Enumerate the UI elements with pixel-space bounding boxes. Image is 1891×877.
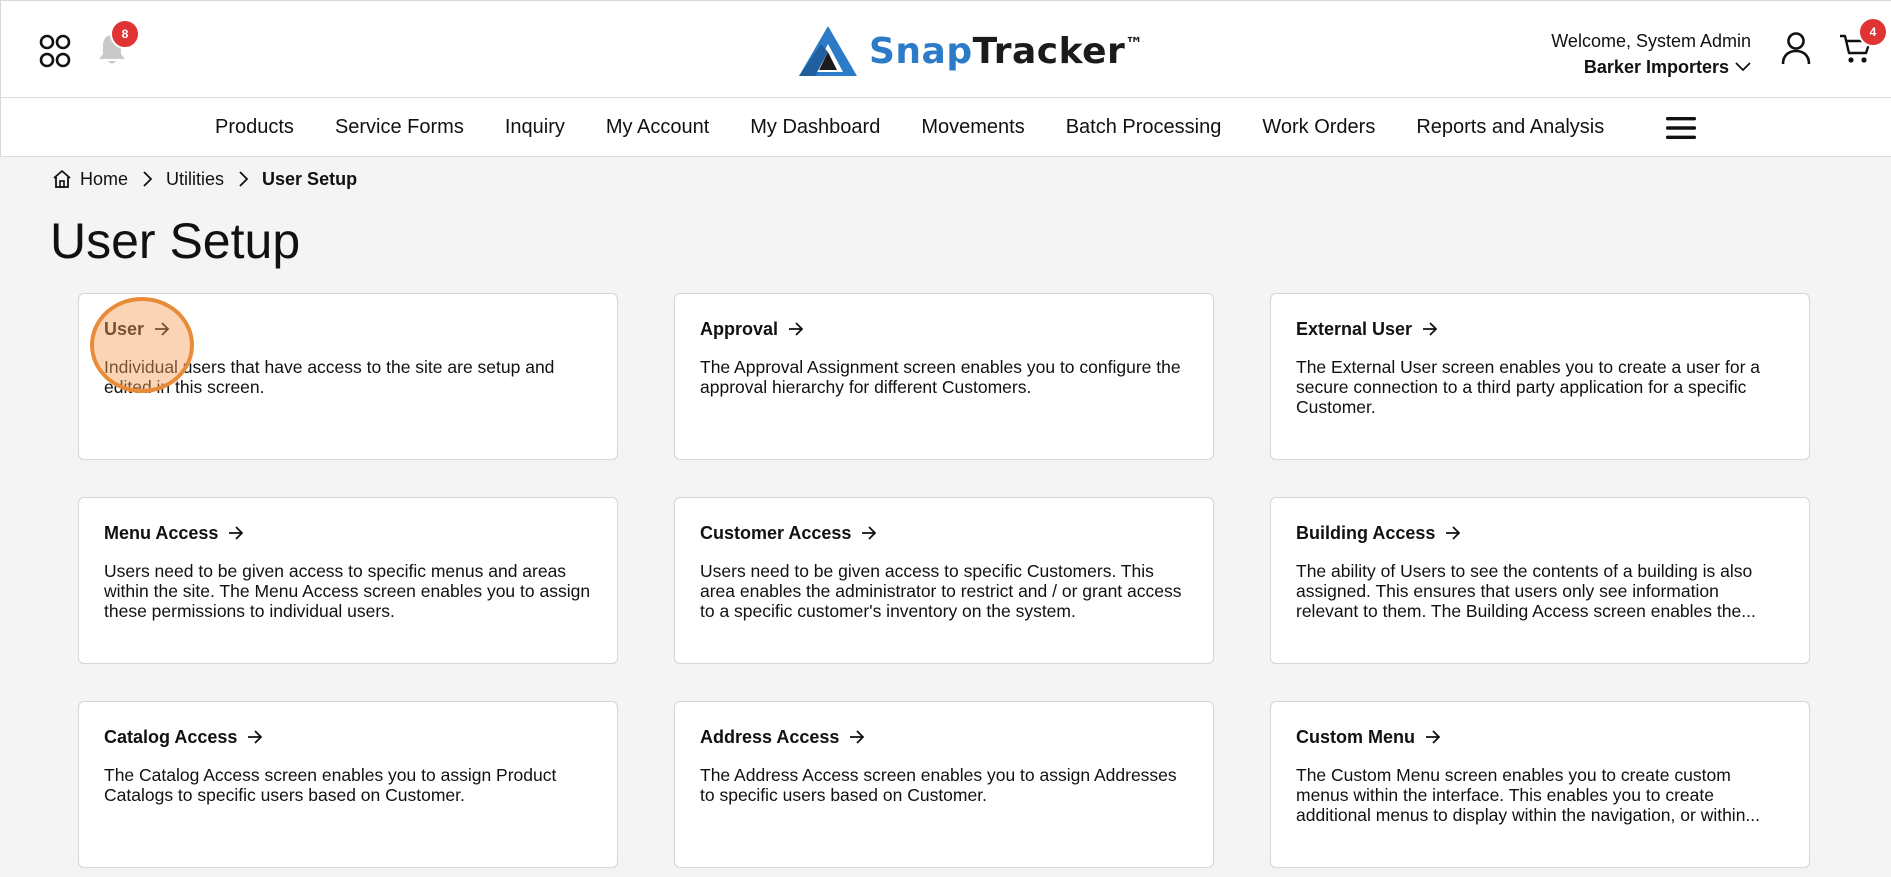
card-building-access[interactable]: Building Access The ability of Users to … <box>1270 497 1810 664</box>
card-description: The Approval Assignment screen enables y… <box>700 357 1181 397</box>
page-title: User Setup <box>50 213 301 269</box>
card-user[interactable]: User Individual users that have access t… <box>78 293 618 460</box>
card-title: Building Access <box>1296 522 1436 543</box>
card-customer-access[interactable]: Customer Access Users need to be given a… <box>674 497 1214 664</box>
main-nav: Products Service Forms Inquiry My Accoun… <box>0 98 1891 157</box>
logo-mark-icon <box>799 26 857 76</box>
breadcrumb-current: User Setup <box>262 168 358 189</box>
chevron-right-icon <box>143 171 153 187</box>
card-description: Individual users that have access to the… <box>104 357 555 397</box>
card-custom-menu[interactable]: Custom Menu The Custom Menu screen enabl… <box>1270 701 1810 868</box>
logo-trademark: ™ <box>1125 33 1144 55</box>
home-icon[interactable] <box>52 169 72 189</box>
chevron-right-icon <box>239 171 249 187</box>
welcome-block: Welcome, System Admin Barker Importers <box>1551 28 1751 80</box>
nav-item-reports-and-analysis[interactable]: Reports and Analysis <box>1416 116 1604 139</box>
card-title: User <box>104 318 145 339</box>
card-title: Approval <box>700 318 779 339</box>
breadcrumb: Home Utilities User Setup <box>52 168 357 190</box>
arrow-right-icon <box>862 526 877 540</box>
arrow-right-icon <box>229 526 244 540</box>
logo-text-tracker: Tracker <box>972 30 1126 72</box>
card-approval[interactable]: Approval The Approval Assignment screen … <box>674 293 1214 460</box>
card-address-access[interactable]: Address Access The Address Access screen… <box>674 701 1214 868</box>
card-title: Catalog Access <box>104 726 238 747</box>
nav-item-movements[interactable]: Movements <box>921 116 1024 139</box>
hamburger-menu-icon[interactable] <box>1666 116 1696 140</box>
card-catalog-access[interactable]: Catalog Access The Catalog Access screen… <box>78 701 618 868</box>
nav-item-my-account[interactable]: My Account <box>606 116 709 139</box>
card-title: Address Access <box>700 726 840 747</box>
nav-item-products[interactable]: Products <box>215 116 294 139</box>
nav-item-my-dashboard[interactable]: My Dashboard <box>750 116 880 139</box>
arrow-right-icon <box>155 322 170 336</box>
cart-badge: 4 <box>1858 17 1888 47</box>
arrow-right-icon <box>1423 322 1438 336</box>
arrow-right-icon <box>1446 526 1461 540</box>
nav-item-service-forms[interactable]: Service Forms <box>335 116 464 139</box>
notification-badge: 8 <box>110 19 140 49</box>
company-selector[interactable]: Barker Importers <box>1584 54 1751 80</box>
chevron-down-icon <box>1735 62 1751 72</box>
user-icon[interactable] <box>1780 31 1812 65</box>
snaptracker-logo[interactable]: SnapTracker™ <box>797 23 1144 79</box>
arrow-right-icon <box>789 322 804 336</box>
card-description: The Address Access screen enables you to… <box>700 765 1177 805</box>
card-menu-access[interactable]: Menu Access Users need to be given acces… <box>78 497 618 664</box>
top-header: 8 SnapTracker™ Welcome, System Admin Bar… <box>0 0 1891 98</box>
company-name: Barker Importers <box>1583 57 1729 77</box>
card-title: External User <box>1296 318 1413 339</box>
card-description: Users need to be given access to specifi… <box>104 561 591 621</box>
card-description: The External User screen enables you to … <box>1296 357 1760 417</box>
arrow-right-icon <box>248 730 263 744</box>
apps-icon[interactable] <box>39 33 71 69</box>
breadcrumb-home[interactable]: Home <box>80 169 128 190</box>
nav-items: Products Service Forms Inquiry My Accoun… <box>215 98 1645 157</box>
card-title: Customer Access <box>700 522 852 543</box>
breadcrumb-utilities[interactable]: Utilities <box>166 169 224 190</box>
card-description: The Custom Menu screen enables you to cr… <box>1296 765 1761 825</box>
card-description: The Catalog Access screen enables you to… <box>104 765 557 805</box>
nav-item-work-orders[interactable]: Work Orders <box>1262 116 1375 139</box>
card-title: Custom Menu <box>1296 726 1415 747</box>
arrow-right-icon <box>850 730 865 744</box>
nav-item-inquiry[interactable]: Inquiry <box>505 116 565 139</box>
nav-item-batch-processing[interactable]: Batch Processing <box>1066 116 1222 139</box>
card-description: Users need to be given access to specifi… <box>700 561 1182 621</box>
logo-text-snap: Snap <box>869 30 973 72</box>
card-external-user[interactable]: External User The External User screen e… <box>1270 293 1810 460</box>
arrow-right-icon <box>1426 730 1441 744</box>
card-title: Menu Access <box>104 522 219 543</box>
card-description: The ability of Users to see the contents… <box>1296 561 1756 621</box>
welcome-text: Welcome, System Admin <box>1551 31 1751 51</box>
